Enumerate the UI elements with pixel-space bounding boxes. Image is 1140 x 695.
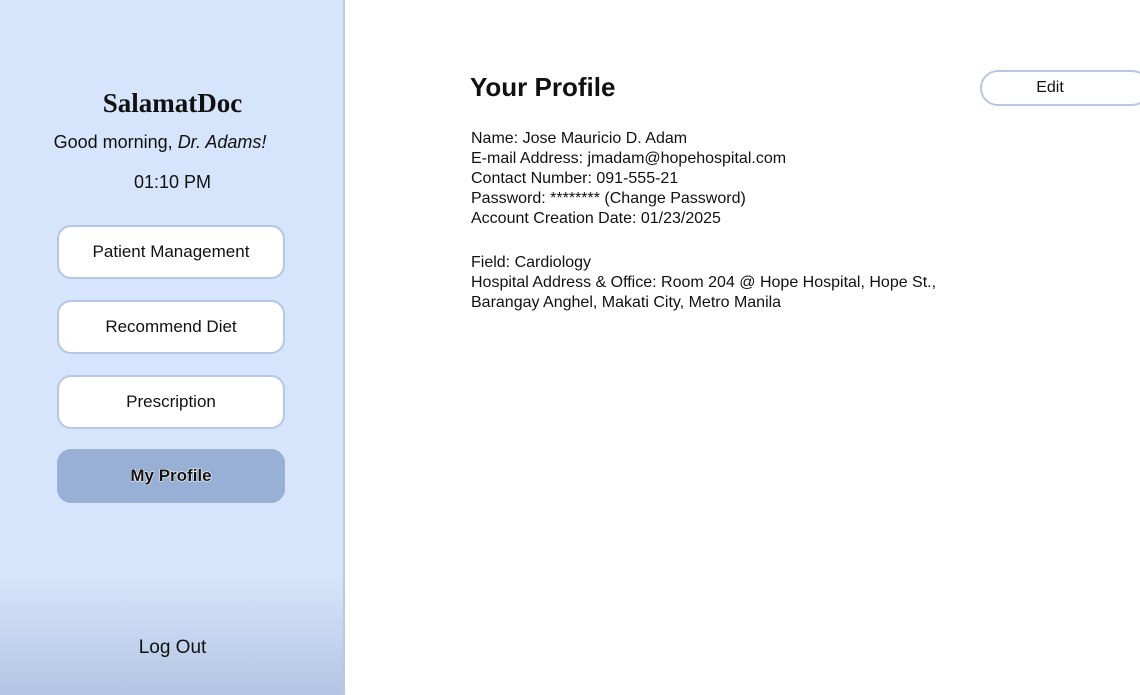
profile-details: Name: Jose Mauricio D. Adam E-mail Addre… — [471, 129, 1131, 313]
greeting-user-name: Dr. Adams! — [177, 132, 267, 152]
nav-my-profile-button[interactable]: My Profile — [57, 449, 285, 503]
password-text: Password: ******** — [471, 190, 605, 207]
profile-email: E-mail Address: jmadam@hopehospital.com — [471, 150, 787, 167]
greeting: Good morning, Dr. Adams! — [0, 132, 320, 153]
nav-label: Patient Management — [92, 242, 250, 261]
edit-profile-button[interactable]: Edit — [980, 70, 1140, 106]
current-time: 01:10 PM — [133, 172, 212, 192]
nav-label: Recommend Diet — [105, 317, 237, 336]
nav-recommend-diet-button[interactable]: Recommend Diet — [57, 300, 285, 354]
nav-patient-management-button[interactable]: Patient Management — [57, 225, 285, 279]
sidebar: SalamatDoc Good morning, Dr. Adams! 01:1… — [0, 0, 345, 695]
app-brand: SalamatDoc — [102, 88, 243, 118]
greeting-text: Good morning, — [53, 132, 178, 152]
page-title: Your Profile — [470, 72, 616, 102]
profile-name: Name: Jose Mauricio D. Adam — [471, 130, 688, 147]
logout-button[interactable]: Log Out — [0, 637, 345, 659]
profile-field: Field: Cardiology — [471, 254, 592, 271]
app-window: SalamatDoc Good morning, Dr. Adams! 01:1… — [0, 0, 1140, 695]
change-password-link[interactable]: (Change Password) — [604, 190, 745, 207]
profile-password: Password: ******** (Change Password) — [471, 189, 1131, 209]
profile-contact: Contact Number: 091-555-21 — [471, 170, 679, 187]
profile-hospital-address-line1: Hospital Address & Office: Room 204 @ Ho… — [471, 274, 937, 291]
profile-hospital-address-line2: Barangay Anghel, Makati City, Metro Mani… — [471, 294, 782, 311]
nav-label: My Profile — [130, 466, 212, 485]
profile-creation-date: Account Creation Date: 01/23/2025 — [471, 210, 721, 227]
nav-label: Prescription — [126, 392, 216, 411]
nav-prescription-button[interactable]: Prescription — [57, 375, 285, 429]
sidebar-footer-fade — [0, 577, 343, 695]
edit-label: Edit — [1036, 79, 1064, 96]
